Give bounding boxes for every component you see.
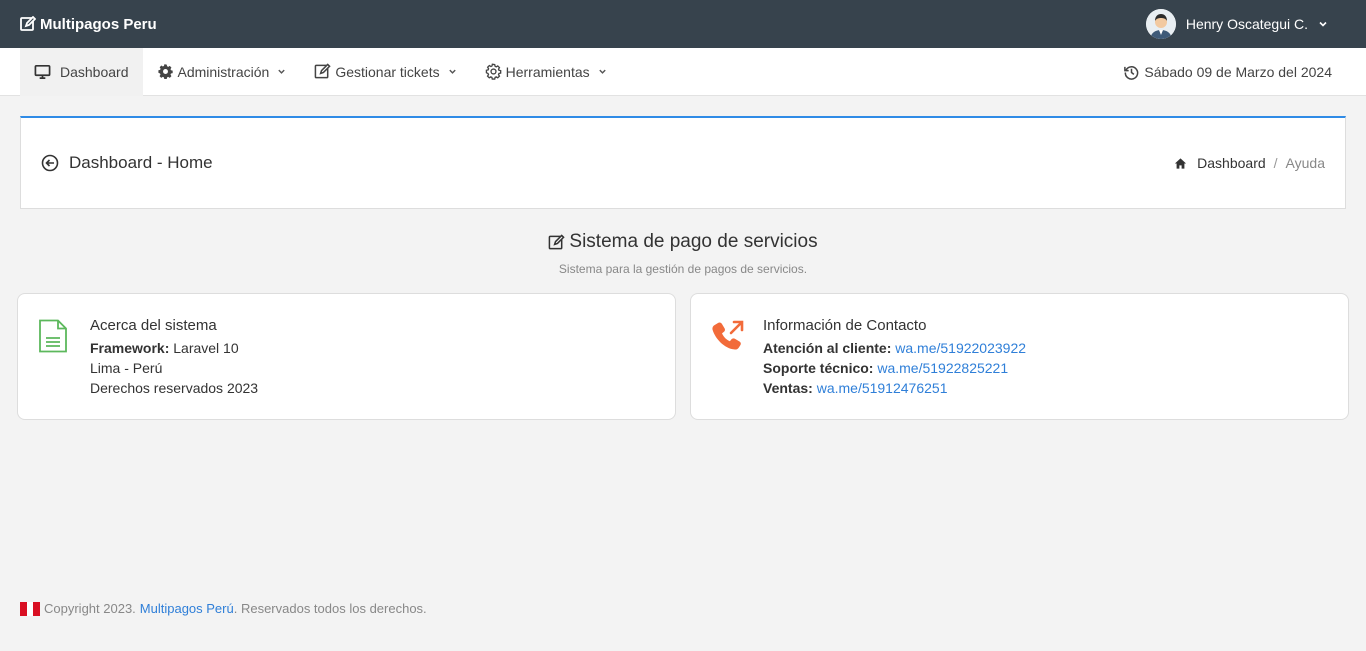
nav-item-gestionar-tickets[interactable]: Gestionar tickets	[300, 48, 470, 96]
breadcrumb-current: Ayuda	[1285, 155, 1325, 171]
support-line: Soporte técnico: wa.me/51922825221	[763, 358, 1026, 378]
framework-value: Laravel 10	[169, 340, 239, 356]
footer-brand-link[interactable]: Multipagos Perú	[140, 601, 234, 616]
nav-item-label: Administración	[177, 63, 270, 80]
peru-flag-icon	[20, 601, 41, 616]
page-header: Dashboard - Home Dashboard / Ayuda	[20, 116, 1346, 209]
footer-suffix: . Reservados todos los derechos.	[233, 601, 427, 616]
document-icon	[39, 319, 67, 353]
nav-item-label: Dashboard	[60, 63, 129, 80]
copyright-text: Copyright 2023.	[44, 601, 136, 616]
breadcrumb: Dashboard / Ayuda	[1174, 155, 1325, 171]
nav-item-administracion[interactable]: Administración	[143, 48, 301, 96]
page-title: Dashboard - Home	[69, 153, 213, 172]
top-bar: Multipagos Peru Henry Oscategui C.	[0, 0, 1366, 48]
framework-label: Framework:	[90, 340, 170, 356]
contact-card: Información de Contacto Atención al clie…	[690, 293, 1349, 420]
footer: Copyright 2023. Multipagos Perú. Reserva…	[20, 601, 427, 616]
date-text: Sábado 09 de Marzo del 2024	[1144, 64, 1332, 80]
support-link[interactable]: wa.me/51922825221	[877, 360, 1008, 376]
back-arrow-icon[interactable]	[41, 154, 59, 172]
brand-name: Multipagos Peru	[40, 15, 157, 33]
edit-icon	[20, 16, 36, 31]
chevron-down-icon	[598, 69, 606, 74]
nav-item-herramientas[interactable]: Herramientas	[471, 48, 621, 96]
customer-service-label: Atención al cliente:	[763, 340, 892, 356]
about-card: Acerca del sistema Framework: Laravel 10…	[17, 293, 676, 420]
location: Lima - Perú	[90, 360, 163, 376]
edit-icon	[314, 63, 331, 79]
chevron-down-icon	[278, 69, 286, 74]
about-title: Acerca del sistema	[90, 317, 217, 334]
section-title: Sistema de pago de servicios	[569, 231, 818, 252]
sales-label: Ventas:	[763, 380, 813, 396]
brand[interactable]: Multipagos Peru	[20, 16, 157, 33]
current-date: Sábado 09 de Marzo del 2024	[1123, 48, 1332, 96]
sales-link[interactable]: wa.me/51912476251	[817, 380, 948, 396]
section-subtitle: Sistema para la gestión de pagos de serv…	[558, 261, 808, 276]
chevron-down-icon	[448, 69, 456, 74]
main-nav: Dashboard Administración Gestionar ticke…	[0, 47, 1366, 96]
history-icon	[1124, 65, 1139, 80]
edit-icon	[549, 233, 566, 249]
home-icon	[1175, 157, 1187, 169]
cog-outline-icon	[485, 63, 501, 80]
user-menu[interactable]: Henry Oscategui C.	[1145, 9, 1346, 39]
section-heading: Sistema de pago de servicios Sistema par…	[0, 231, 1366, 276]
contact-title: Información de Contacto	[763, 317, 927, 334]
framework-line: Framework: Laravel 10	[90, 338, 258, 358]
nav-item-label: Gestionar tickets	[335, 63, 440, 80]
nav-item-label: Herramientas	[505, 63, 590, 80]
rights: Derechos reservados 2023	[90, 380, 259, 396]
support-label: Soporte técnico:	[763, 360, 874, 376]
breadcrumb-separator: /	[1273, 155, 1278, 171]
chevron-down-icon	[1319, 21, 1327, 27]
phone-outgoing-icon	[712, 320, 744, 350]
user-name: Henry Oscategui C.	[1185, 16, 1308, 32]
customer-service-line: Atención al cliente: wa.me/51922023922	[763, 338, 1026, 358]
monitor-icon	[34, 64, 51, 79]
nav-item-dashboard[interactable]: Dashboard	[20, 47, 143, 96]
avatar	[1145, 9, 1176, 39]
breadcrumb-home-label: Dashboard	[1197, 155, 1266, 171]
breadcrumb-home[interactable]: Dashboard	[1174, 155, 1266, 171]
gear-icon	[157, 64, 173, 80]
customer-service-link[interactable]: wa.me/51922023922	[895, 340, 1026, 356]
sales-line: Ventas: wa.me/51912476251	[763, 378, 1026, 398]
